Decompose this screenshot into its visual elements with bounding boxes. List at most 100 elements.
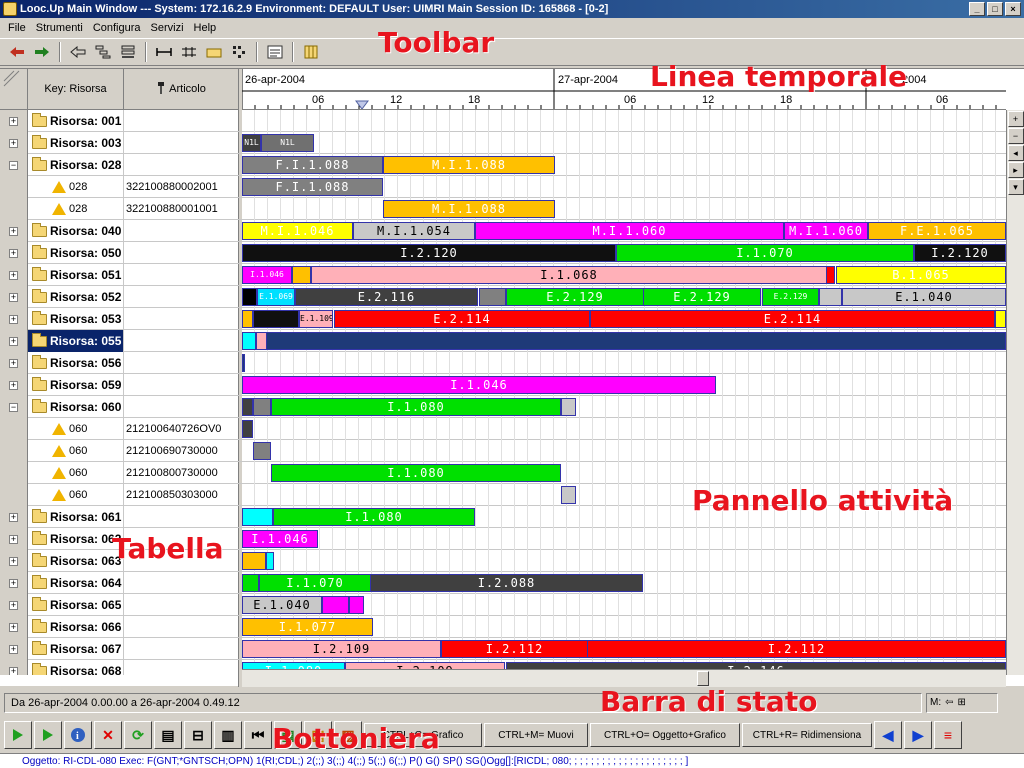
article-cell[interactable] <box>124 242 238 264</box>
activity-bar[interactable] <box>561 398 576 416</box>
activity-bar[interactable] <box>242 310 253 328</box>
article-cell[interactable] <box>124 572 238 594</box>
key-cell[interactable]: 060 <box>28 418 124 440</box>
article-cell[interactable] <box>124 374 238 396</box>
expand-icon[interactable]: + <box>9 314 18 324</box>
activity-bar[interactable]: M.I.1.060 <box>475 222 784 240</box>
scroll-left-icon[interactable]: ◂ <box>1007 145 1024 161</box>
gantt-row[interactable] <box>242 352 1006 374</box>
next-icon[interactable]: ▶ <box>904 721 932 749</box>
resource-row[interactable]: + Risorsa: 051 I.1.046 I.1.068 B.1.065 <box>0 264 1006 286</box>
zoom-out-icon[interactable]: − <box>1007 128 1024 144</box>
key-cell[interactable]: Risorsa: 065 <box>28 594 124 616</box>
key-cell[interactable]: Risorsa: 064 <box>28 572 124 594</box>
activity-bar[interactable]: E.2.129 <box>643 288 761 306</box>
key-cell[interactable]: Risorsa: 028 <box>28 154 124 176</box>
activity-bar[interactable]: M.I.1.060 <box>784 222 868 240</box>
gantt-row[interactable] <box>242 110 1006 132</box>
maximize-button[interactable]: □ <box>987 2 1003 16</box>
activity-bar[interactable] <box>242 574 259 592</box>
resource-row[interactable]: + Risorsa: 063 <box>0 550 1006 572</box>
activity-bar[interactable]: N1L <box>261 134 314 152</box>
grid-icon[interactable] <box>228 41 250 63</box>
key-cell[interactable]: Risorsa: 062 <box>28 528 124 550</box>
resource-row[interactable]: + Risorsa: 053 E.1.109 E.2.114 E.2.114 <box>0 308 1006 330</box>
scroll-right-icon[interactable]: ▸ <box>1007 162 1024 178</box>
gantt-row[interactable]: M.I.1.088 <box>242 198 1006 220</box>
gantt-row[interactable]: E.1.040 <box>242 594 1006 616</box>
resource-row[interactable]: + Risorsa: 003 N1L N1L <box>0 132 1006 154</box>
key-cell[interactable]: Risorsa: 050 <box>28 242 124 264</box>
activity-bar[interactable]: E.1.040 <box>842 288 1006 306</box>
columns-mini-icon[interactable]: ⊞ <box>958 694 966 712</box>
refresh-icon[interactable]: ⟳ <box>124 721 152 749</box>
expand-icon[interactable]: + <box>9 292 18 302</box>
resource-row[interactable]: + Risorsa: 050 I.2.120 I.1.070 I.2.120 <box>0 242 1006 264</box>
expand-icon[interactable]: + <box>9 600 18 610</box>
shortcut-ridimensiona-button[interactable]: CTRL+R= Ridimensiona <box>742 723 872 747</box>
article-cell[interactable]: 322100880002001 <box>124 176 238 198</box>
activity-bar[interactable] <box>242 354 245 372</box>
activity-bar[interactable]: M.I.1.046 <box>242 222 353 240</box>
activity-bar[interactable]: I.1.070 <box>616 244 914 262</box>
activity-bar[interactable]: I.1.070 <box>259 574 371 592</box>
tree-icon[interactable]: ⊟ <box>184 721 212 749</box>
article-cell[interactable] <box>124 308 238 330</box>
zoom-in-icon[interactable]: + <box>1007 111 1024 127</box>
stack-icon[interactable] <box>117 41 139 63</box>
expand-icon[interactable]: + <box>9 622 18 632</box>
gantt-row[interactable] <box>242 330 1006 352</box>
key-cell[interactable]: Risorsa: 061 <box>28 506 124 528</box>
info-icon[interactable]: i <box>64 721 92 749</box>
collapse-icon[interactable]: − <box>9 402 18 412</box>
resource-row[interactable]: + Risorsa: 064 I.1.070 I.2.088 <box>0 572 1006 594</box>
article-cell[interactable]: 212100800730000 <box>124 462 238 484</box>
fit-columns-icon[interactable] <box>178 41 200 63</box>
filter-icon[interactable]: ▨ <box>334 721 362 749</box>
collapse-icon[interactable]: − <box>9 160 18 170</box>
activity-bar[interactable] <box>349 596 364 614</box>
article-cell[interactable] <box>124 264 238 286</box>
article-cell[interactable] <box>124 528 238 550</box>
gantt-row[interactable]: E.1.069 E.2.116 E.2.129 E.2.129 E.2.129 E.1.0… <box>242 286 1006 308</box>
key-cell[interactable]: 060 <box>28 484 124 506</box>
key-cell[interactable]: 060 <box>28 440 124 462</box>
key-cell[interactable]: Risorsa: 040 <box>28 220 124 242</box>
expand-icon[interactable]: + <box>9 666 18 675</box>
activity-bar[interactable] <box>253 398 271 416</box>
activity-bar[interactable]: E.1.109 <box>299 310 333 328</box>
activity-bar[interactable]: I.1.046 <box>242 530 318 548</box>
key-cell[interactable]: Risorsa: 051 <box>28 264 124 286</box>
first-icon[interactable]: ⏮ <box>244 721 272 749</box>
gantt-row[interactable]: I.2.120 I.1.070 I.2.120 <box>242 242 1006 264</box>
resource-row[interactable]: + Risorsa: 062 I.1.046 <box>0 528 1006 550</box>
activity-bar[interactable]: F.I.1.088 <box>242 178 383 196</box>
activity-bar[interactable] <box>242 398 253 416</box>
activity-bar[interactable]: I.1.080 <box>273 508 475 526</box>
back-arrow-icon[interactable]: ⇦ <box>945 694 953 712</box>
key-cell[interactable]: 060 <box>28 462 124 484</box>
resource-child-row[interactable]: 060 212100690730000 <box>0 440 1006 462</box>
gantt-row[interactable]: I.1.070 I.2.088 <box>242 572 1006 594</box>
activity-bar[interactable]: I.1.077 <box>242 618 373 636</box>
chart-icon[interactable]: ▧ <box>304 721 332 749</box>
shortcut-grafico-button[interactable]: CTRL+G= Grafico <box>364 723 482 747</box>
activity-bar[interactable] <box>826 266 835 284</box>
activity-bar[interactable]: I.2.112 <box>587 640 1006 658</box>
expand-icon[interactable]: + <box>9 556 18 566</box>
resource-child-row[interactable]: 060 212100800730000 I.1.080 <box>0 462 1006 484</box>
article-cell[interactable] <box>124 638 238 660</box>
arrow-right-icon[interactable] <box>31 41 53 63</box>
activity-bar[interactable] <box>479 288 506 306</box>
activity-bar[interactable]: E.2.129 <box>506 288 644 306</box>
activity-bar[interactable]: E.2.116 <box>295 288 478 306</box>
activity-bar[interactable] <box>819 288 842 306</box>
gantt-row[interactable]: I.1.080 <box>242 462 1006 484</box>
key-cell[interactable]: Risorsa: 066 <box>28 616 124 638</box>
fit-width-icon[interactable] <box>153 41 175 63</box>
key-cell[interactable]: Risorsa: 059 <box>28 374 124 396</box>
article-cell[interactable] <box>124 396 238 418</box>
calendar-icon[interactable]: ▦ <box>274 721 302 749</box>
activity-bar[interactable]: I.2.120 <box>914 244 1006 262</box>
expand-icon[interactable]: + <box>9 270 18 280</box>
